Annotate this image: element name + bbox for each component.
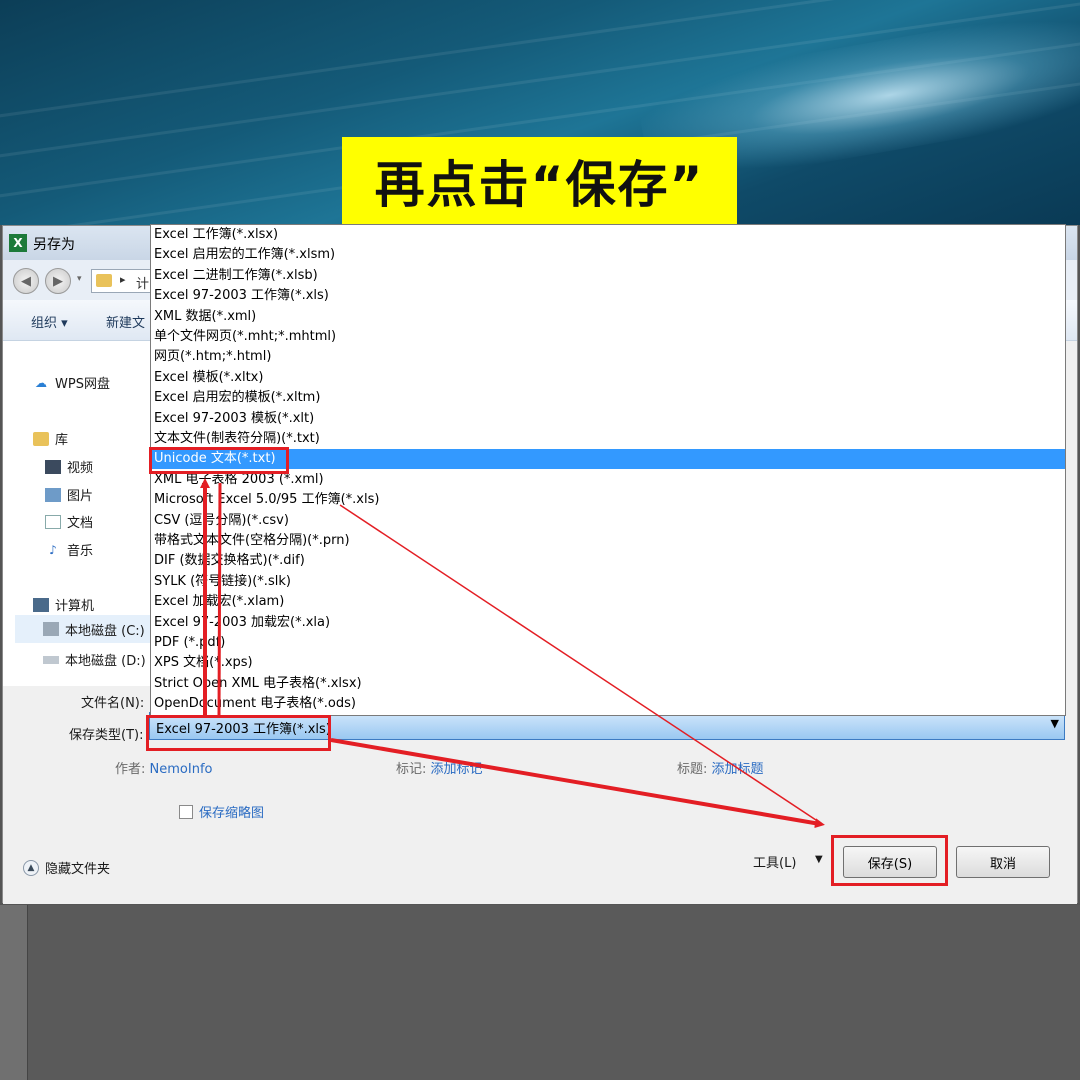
dropdown-option[interactable]: Excel 工作簿(*.xlsx) — [151, 225, 1065, 245]
chevron-up-icon: ▲ — [23, 859, 39, 876]
dialog-title: 另存为 — [33, 237, 75, 253]
dropdown-option[interactable]: Excel 加载宏(*.xlam) — [151, 592, 1065, 612]
dropdown-option[interactable]: DIF (数据交换格式)(*.dif) — [151, 551, 1065, 571]
folder-icon — [96, 274, 112, 287]
music-icon: ♪ — [49, 542, 57, 557]
instruction-caption: 再点击“保存” — [342, 137, 737, 225]
dropdown-option[interactable]: 文本文件(制表符分隔)(*.txt) — [151, 429, 1065, 449]
dropdown-option[interactable]: Excel 二进制工作簿(*.xlsb) — [151, 266, 1065, 286]
dropdown-option[interactable]: XML 数据(*.xml) — [151, 307, 1065, 327]
sidebar-item-drive-d[interactable]: 本地磁盘 (D:) — [43, 650, 146, 669]
thumbnail-checkbox[interactable] — [179, 804, 193, 819]
tools-dropdown-icon[interactable]: ▼ — [815, 854, 823, 865]
filename-label: 文件名(N): — [81, 696, 145, 711]
save-options-area: 文件名(N): 保存类型(T): Excel 97-2003 工作簿(*.xls… — [3, 686, 1077, 904]
author-value[interactable]: NemoInfo — [150, 762, 213, 777]
sidebar-item-video[interactable]: 视频 — [45, 457, 93, 476]
new-folder-button[interactable]: 新建文 — [106, 312, 145, 331]
savetype-select[interactable]: Excel 97-2003 工作簿(*.xls) ▼ — [149, 712, 1065, 740]
dropdown-option[interactable]: Excel 97-2003 加载宏(*.xla) — [151, 613, 1065, 633]
title-label: 标题: — [677, 762, 708, 777]
breadcrumb-item: 计 — [136, 277, 150, 292]
author-label: 作者: — [115, 762, 146, 777]
dropdown-option[interactable]: 带格式文本文件(空格分隔)(*.prn) — [151, 531, 1065, 551]
author-field: 作者: NemoInfo — [115, 758, 212, 777]
dropdown-option[interactable]: XPS 文档(*.xps) — [151, 653, 1065, 673]
local-disk-icon — [43, 655, 59, 664]
dropdown-option[interactable]: XML 电子表格 2003 (*.xml) — [151, 470, 1065, 490]
dropdown-option[interactable]: PDF (*.pdf) — [151, 633, 1065, 653]
tags-field: 标记: 添加标记 — [396, 758, 483, 777]
dropdown-option[interactable]: 单个文件网页(*.mht;*.mhtml) — [151, 327, 1065, 347]
sidebar-item-documents[interactable]: 文档 — [45, 512, 93, 531]
dropdown-option[interactable]: OpenDocument 电子表格(*.ods) — [151, 694, 1065, 714]
organize-button[interactable]: 组织 ▾ — [31, 312, 68, 331]
document-icon — [45, 514, 61, 529]
library-icon — [33, 431, 49, 446]
sidebar-item-drive-c[interactable]: 本地磁盘 (C:) — [15, 615, 151, 643]
hide-folders-toggle[interactable]: ▲ 隐藏文件夹 — [23, 858, 110, 877]
computer-icon — [33, 597, 49, 612]
excel-icon: X — [9, 234, 27, 252]
sidebar-item-library[interactable]: 库 — [33, 429, 68, 448]
chevron-down-icon[interactable]: ▼ — [1051, 717, 1059, 730]
dropdown-option[interactable]: Excel 启用宏的模板(*.xltm) — [151, 388, 1065, 408]
background-strip — [0, 905, 28, 1080]
title-value[interactable]: 添加标题 — [712, 762, 764, 777]
sidebar-item-music[interactable]: ♪ 音乐 — [45, 540, 93, 560]
dropdown-option[interactable]: Microsoft Excel 5.0/95 工作簿(*.xls) — [151, 490, 1065, 510]
tools-menu-button[interactable]: 工具(L) — [753, 852, 796, 871]
local-disk-icon — [43, 622, 59, 636]
dropdown-option[interactable]: SYLK (符号链接)(*.slk) — [151, 572, 1065, 592]
dropdown-option[interactable]: Excel 97-2003 模板(*.xlt) — [151, 409, 1065, 429]
save-thumbnail-option[interactable]: 保存缩略图 — [179, 802, 264, 821]
history-dropdown-icon[interactable]: ▾ — [77, 274, 82, 284]
navigation-pane: ☁ WPS网盘 库 视频 图片 文档 ♪ 音乐 计算机 本地磁盘 (C:) 本地… — [3, 341, 151, 686]
savetype-label: 保存类型(T): — [69, 728, 144, 743]
dropdown-option[interactable]: Excel 启用宏的工作簿(*.xlsm) — [151, 245, 1065, 265]
sidebar-item-wps-cloud[interactable]: ☁ WPS网盘 — [33, 373, 110, 393]
cloud-icon: ☁ — [35, 375, 47, 390]
savetype-value: Excel 97-2003 工作簿(*.xls) — [156, 722, 331, 737]
save-button[interactable]: 保存(S) — [843, 846, 937, 878]
forward-arrow-icon[interactable]: ▶ — [45, 268, 71, 294]
dropdown-option[interactable]: Excel 97-2003 工作簿(*.xls) — [151, 286, 1065, 306]
title-field: 标题: 添加标题 — [677, 758, 764, 777]
dropdown-option[interactable]: Unicode 文本(*.txt) — [151, 449, 1065, 470]
tags-value[interactable]: 添加标记 — [431, 762, 483, 777]
dropdown-option[interactable]: CSV (逗号分隔)(*.csv) — [151, 511, 1065, 531]
back-arrow-icon[interactable]: ◀ — [13, 268, 39, 294]
dropdown-option[interactable]: Strict Open XML 电子表格(*.xlsx) — [151, 674, 1065, 694]
dropdown-option[interactable]: Excel 模板(*.xltx) — [151, 368, 1065, 388]
picture-icon — [45, 487, 61, 502]
background-bottom — [0, 905, 1080, 1080]
chevron-right-icon: ▸ — [120, 273, 126, 286]
cancel-button[interactable]: 取消 — [956, 846, 1050, 878]
thumbnail-label: 保存缩略图 — [199, 806, 265, 821]
hide-folders-label: 隐藏文件夹 — [45, 862, 111, 877]
sidebar-item-pictures[interactable]: 图片 — [45, 485, 93, 504]
savetype-dropdown-list: Excel 工作簿(*.xlsx) Excel 启用宏的工作簿(*.xlsm) Ex… — [150, 224, 1066, 716]
tags-label: 标记: — [396, 762, 427, 777]
sidebar-item-computer[interactable]: 计算机 — [33, 595, 94, 614]
dropdown-option[interactable]: 网页(*.htm;*.html) — [151, 347, 1065, 367]
video-icon — [45, 459, 61, 474]
